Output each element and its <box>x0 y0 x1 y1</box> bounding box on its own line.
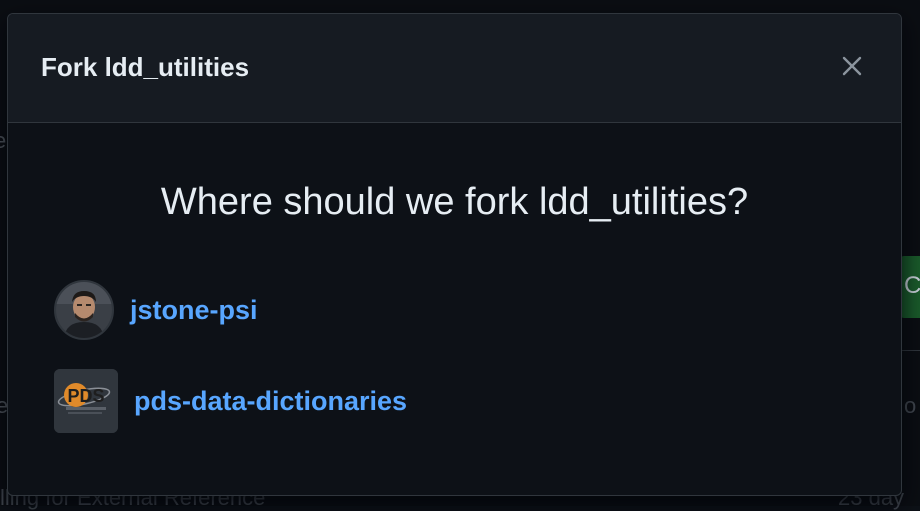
dialog-title: Fork ldd_utilities <box>41 52 250 82</box>
avatar <box>54 280 114 340</box>
user-avatar-icon <box>56 282 112 338</box>
dialog-body: Where should we fork ldd_utilities? jsto… <box>8 123 901 495</box>
owner-name[interactable]: jstone-psi <box>130 295 258 326</box>
fork-question: Where should we fork ldd_utilities? <box>160 181 749 223</box>
pds-logo-icon: PDS <box>54 369 118 433</box>
owner-option-jstone-psi[interactable]: jstone-psi <box>54 278 258 342</box>
owner-name[interactable]: pds-data-dictionaries <box>134 386 407 417</box>
background-divider <box>900 350 920 351</box>
background-text: e <box>0 128 7 153</box>
close-icon <box>842 56 862 76</box>
dialog-header: Fork ldd_utilities <box>8 14 901 123</box>
background-button-letter: C <box>904 272 920 299</box>
fork-dialog: Fork ldd_utilities Where should we fork … <box>7 13 902 496</box>
background-text: o <box>904 393 917 418</box>
owner-option-pds-data-dictionaries[interactable]: PDS pds-data-dictionaries <box>54 369 407 433</box>
avatar: PDS <box>54 369 118 433</box>
close-button[interactable] <box>834 48 870 84</box>
svg-text:PDS: PDS <box>67 386 104 406</box>
